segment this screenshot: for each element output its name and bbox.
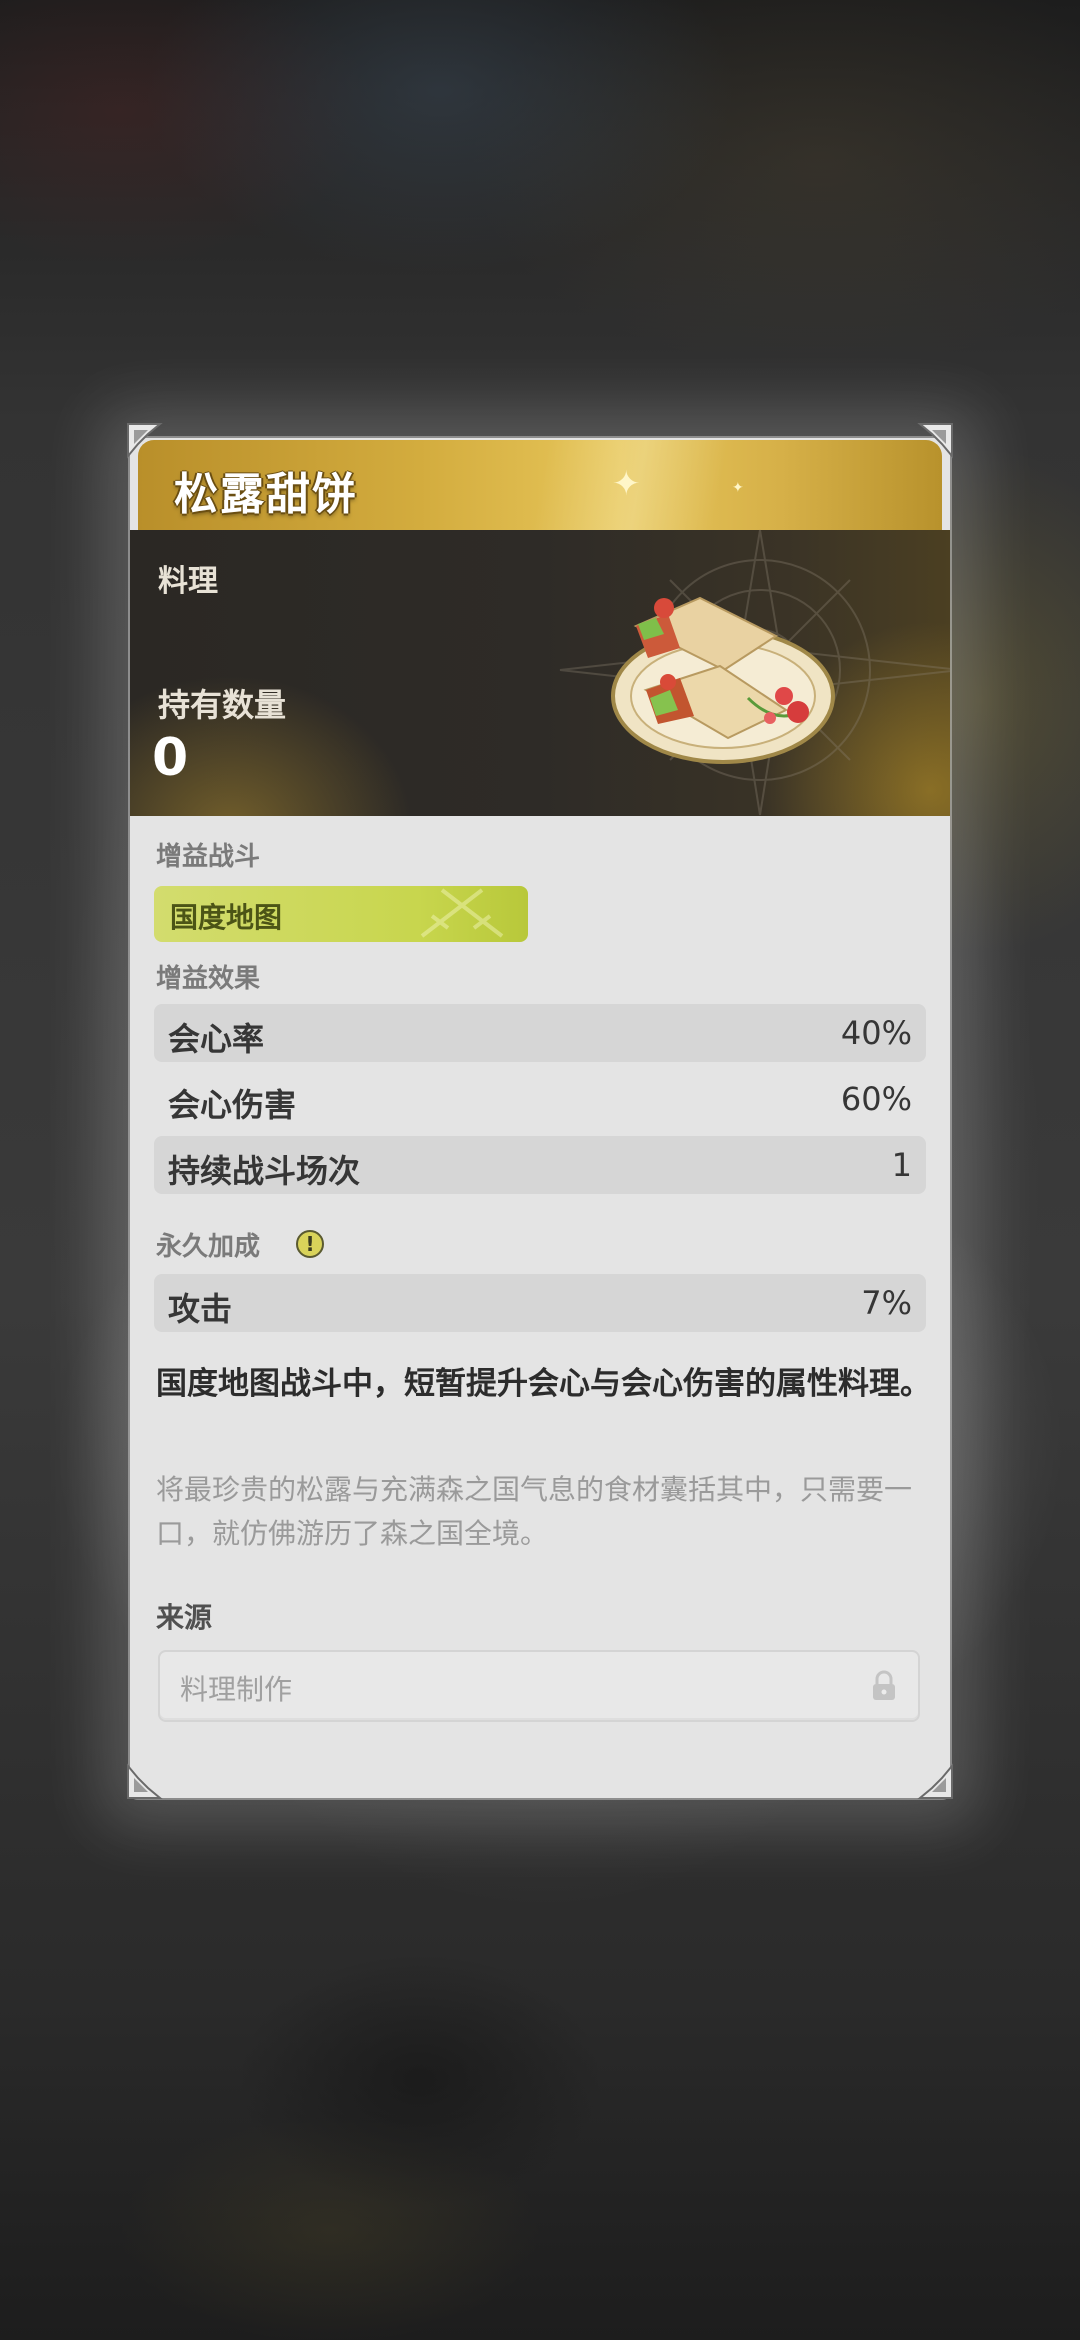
battle-type-text: 国度地图 bbox=[170, 901, 283, 934]
effect-value: 60% bbox=[840, 1080, 912, 1118]
sparkle-icon: ✦ bbox=[732, 480, 744, 496]
corner-ornament-icon bbox=[127, 423, 163, 459]
sword-deco-icon bbox=[420, 888, 504, 938]
effect-row: 持续战斗场次 1 bbox=[154, 1136, 926, 1194]
permanent-section-label: 永久加成 bbox=[156, 1232, 261, 1262]
source-item-text: 料理制作 bbox=[180, 1673, 293, 1706]
effect-value: 1 bbox=[891, 1146, 912, 1184]
effect-name: 会心伤害 bbox=[168, 1086, 297, 1124]
item-title: 松露甜饼 bbox=[174, 469, 358, 520]
corner-ornament-icon bbox=[127, 1763, 163, 1799]
permanent-value: 7% bbox=[861, 1284, 912, 1322]
effect-row: 会心率 40% bbox=[154, 1004, 926, 1062]
info-icon[interactable]: ! bbox=[296, 1230, 324, 1258]
lock-icon bbox=[873, 1670, 895, 1700]
permanent-row: 攻击 7% bbox=[154, 1274, 926, 1332]
item-category: 料理 bbox=[158, 564, 218, 599]
battle-section-label: 增益战斗 bbox=[156, 842, 261, 872]
food-image bbox=[611, 596, 835, 764]
effects-section-label: 增益效果 bbox=[156, 964, 261, 994]
permanent-name: 攻击 bbox=[168, 1290, 233, 1328]
effect-value: 40% bbox=[840, 1014, 912, 1052]
source-section-label: 来源 bbox=[156, 1601, 213, 1634]
item-detail-card: 松露甜饼 ✦ ✦ 料理 持有数量 0 增益战斗 国度地图 增益效果 会心率 40… bbox=[130, 438, 950, 1798]
hold-count-label: 持有数量 bbox=[158, 686, 287, 724]
effect-row: 会心伤害 60% bbox=[154, 1070, 926, 1128]
item-description: 国度地图战斗中，短暂提升会心与会心伤害的属性料理。 bbox=[156, 1366, 931, 1402]
sparkle-icon: ✦ bbox=[612, 464, 641, 504]
source-item[interactable]: 料理制作 bbox=[158, 1650, 920, 1722]
item-detail-body: 增益战斗 国度地图 增益效果 会心率 40% 会心伤害 60% 持续战斗场次 1… bbox=[130, 816, 950, 1798]
battle-type-chip: 国度地图 bbox=[154, 886, 528, 942]
item-flavor-text: 将最珍贵的松露与充满森之国气息的食材囊括其中，只需要一口，就仿佛游历了森之国全境… bbox=[156, 1473, 913, 1550]
corner-ornament-icon bbox=[917, 1763, 953, 1799]
effect-name: 持续战斗场次 bbox=[168, 1152, 361, 1190]
hold-count-value: 0 bbox=[152, 728, 189, 788]
effect-name: 会心率 bbox=[168, 1020, 265, 1058]
corner-ornament-icon bbox=[917, 423, 953, 459]
item-header-panel: 料理 持有数量 0 bbox=[130, 529, 950, 816]
